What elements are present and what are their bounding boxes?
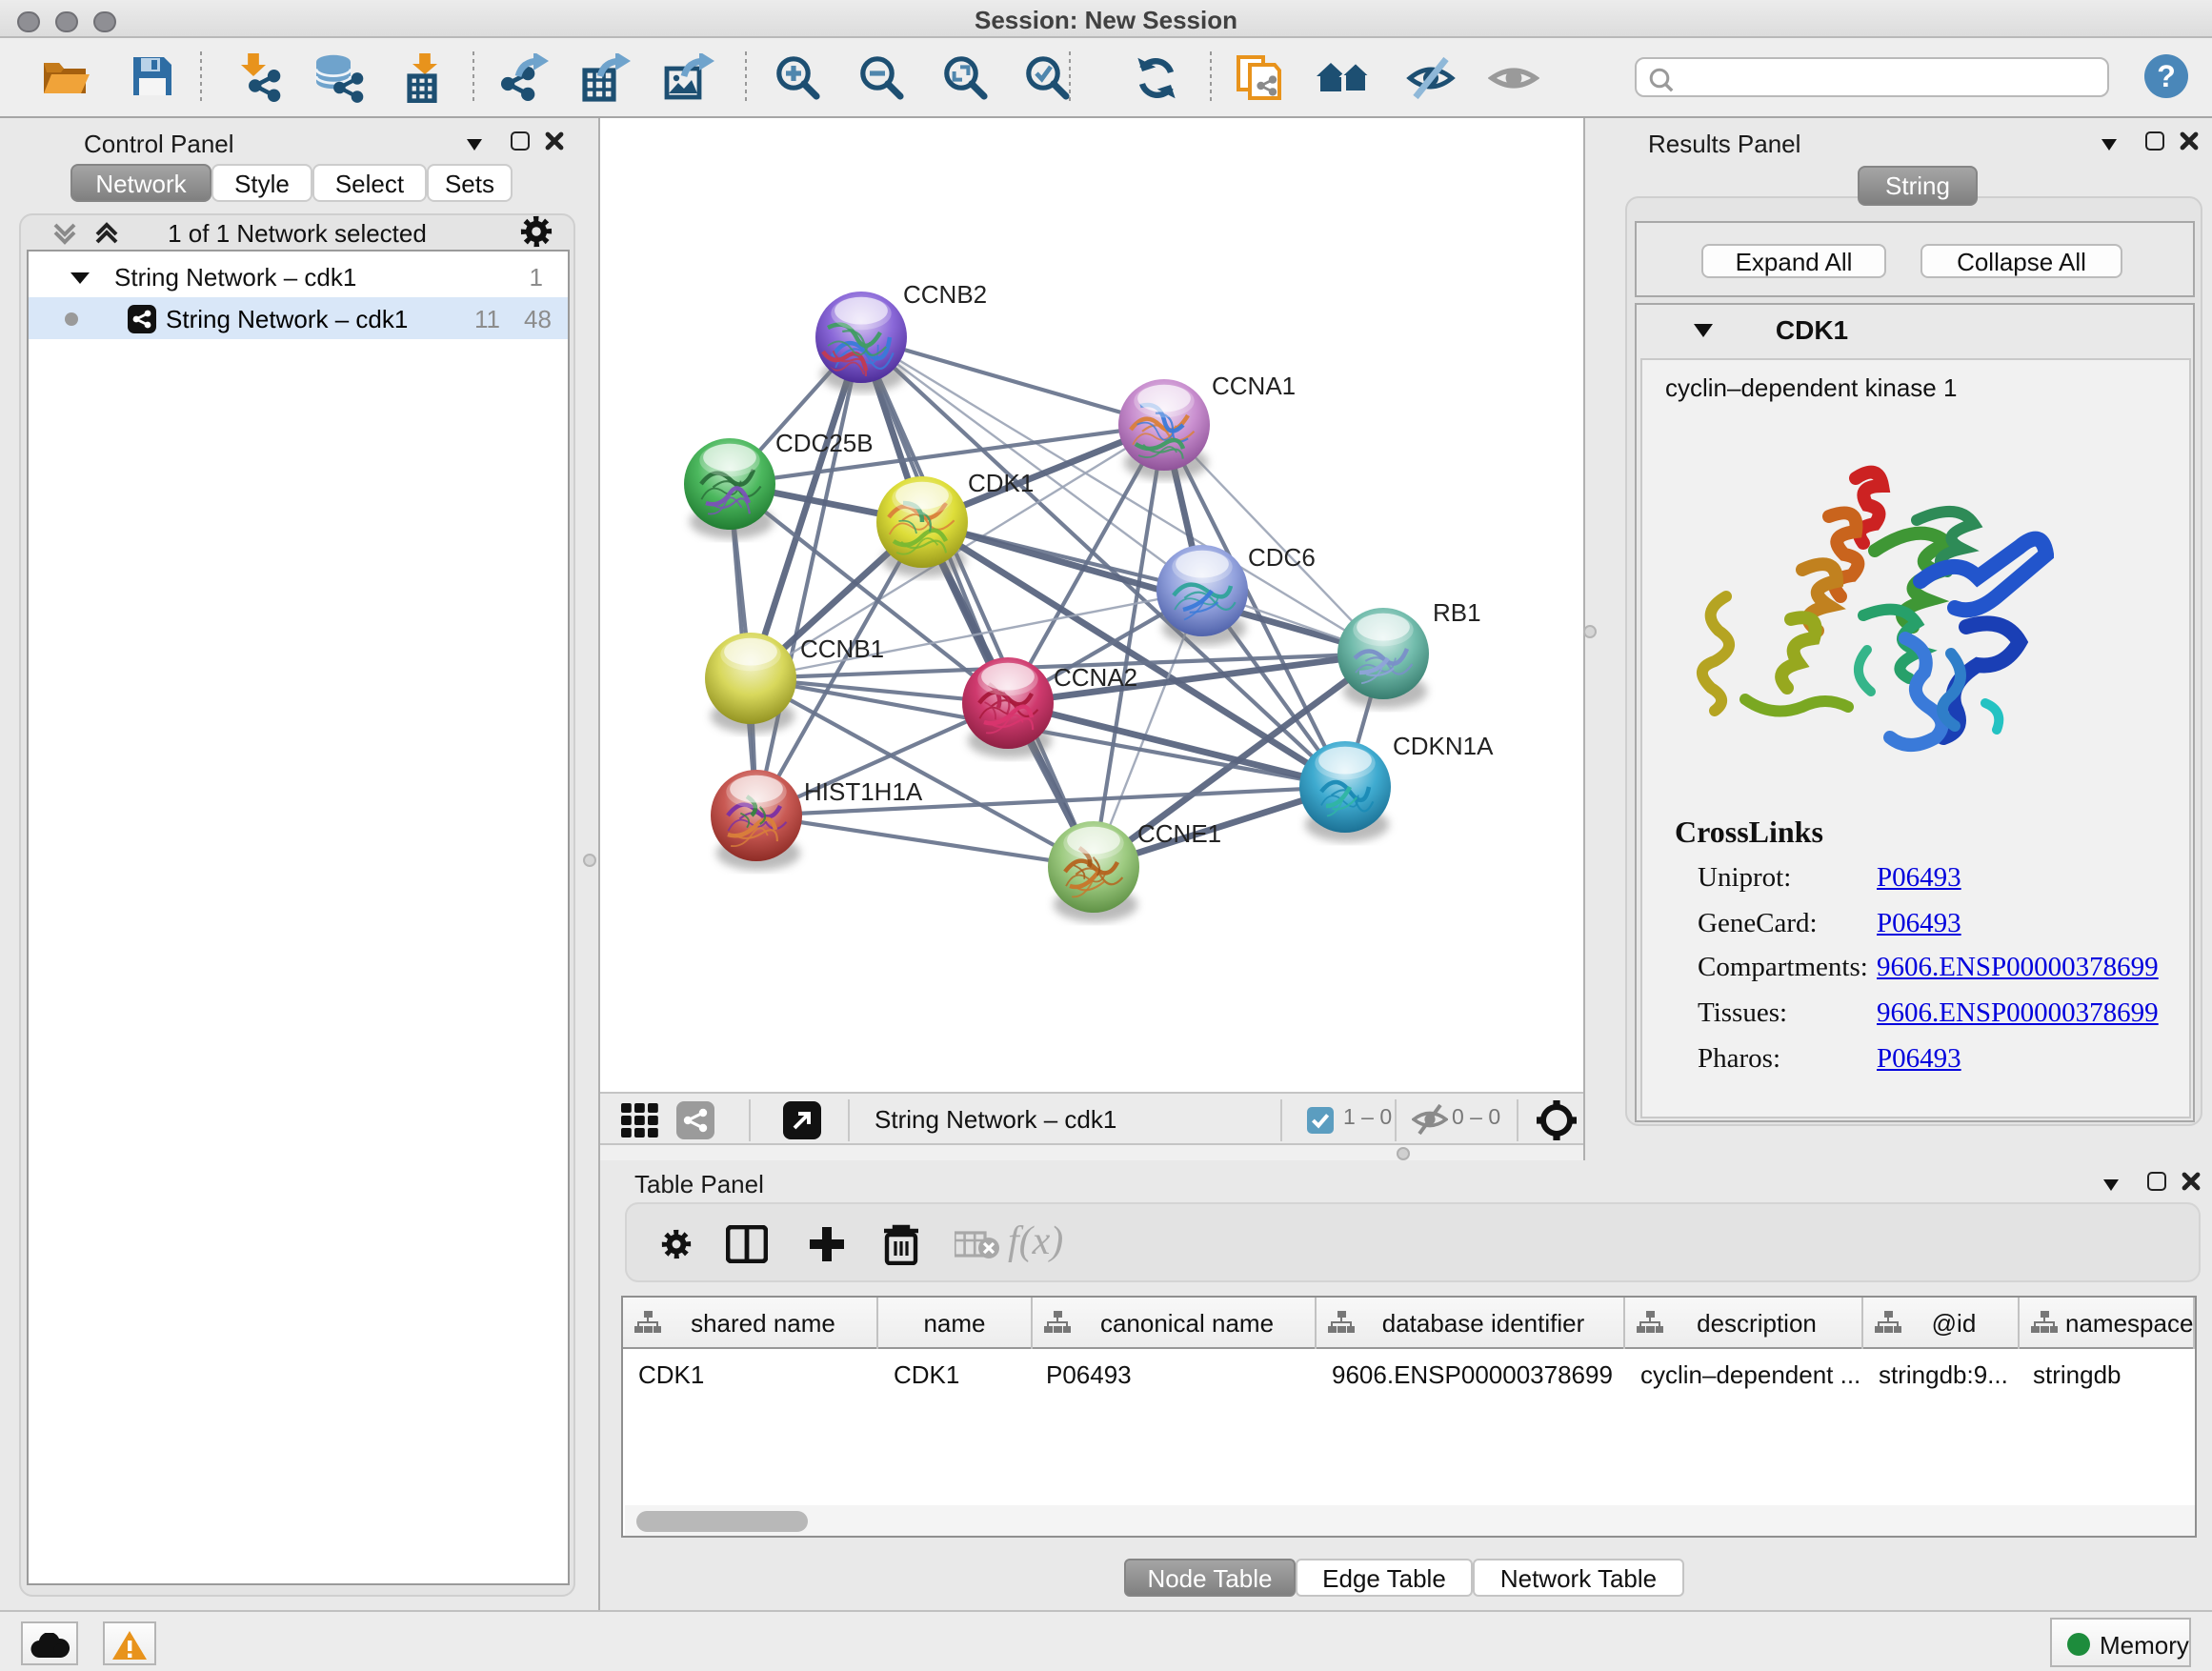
svg-text:CDC6: CDC6 [1248, 543, 1316, 572]
svg-text:CCNE1: CCNE1 [1137, 819, 1221, 848]
svg-text:RB1: RB1 [1433, 598, 1481, 627]
svg-text:CCNB1: CCNB1 [800, 634, 884, 663]
svg-text:CCNB2: CCNB2 [903, 280, 987, 309]
svg-text:HIST1H1A: HIST1H1A [804, 777, 923, 806]
svg-text:CCNA1: CCNA1 [1212, 372, 1296, 400]
svg-text:?: ? [2157, 59, 2176, 93]
svg-text:CDKN1A: CDKN1A [1393, 732, 1494, 760]
svg-text:CDK1: CDK1 [968, 469, 1034, 497]
svg-text:CDC25B: CDC25B [775, 429, 874, 457]
svg-text:CCNA2: CCNA2 [1054, 663, 1137, 692]
